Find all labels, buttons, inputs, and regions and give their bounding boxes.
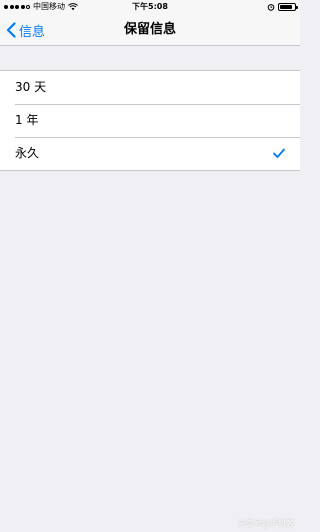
keep-messages-options-list: 30 天 1 年 永久 <box>0 70 300 171</box>
status-bar: 中国移动 下午5:08 <box>0 0 300 14</box>
watermark: 头条号@手机客 <box>238 519 294 528</box>
footer-area: 头条号@手机客 <box>0 512 300 532</box>
back-button[interactable]: 信息 <box>6 14 45 46</box>
option-label: 永久 <box>15 146 40 160</box>
status-right <box>267 0 298 14</box>
option-label: 30 天 <box>15 80 47 94</box>
alarm-icon <box>267 4 275 11</box>
option-30-days[interactable]: 30 天 <box>0 71 300 104</box>
option-1-year[interactable]: 1 年 <box>0 104 300 137</box>
checkmark-icon <box>273 148 285 158</box>
back-label: 信息 <box>19 24 46 40</box>
navigation-bar: 信息 保留信息 <box>0 14 300 46</box>
battery-icon <box>278 3 298 11</box>
option-label: 1 年 <box>15 113 39 127</box>
chevron-left-icon <box>6 22 16 38</box>
battery-fill <box>280 5 292 9</box>
option-forever[interactable]: 永久 <box>0 137 300 170</box>
status-time: 下午5:08 <box>132 2 168 11</box>
